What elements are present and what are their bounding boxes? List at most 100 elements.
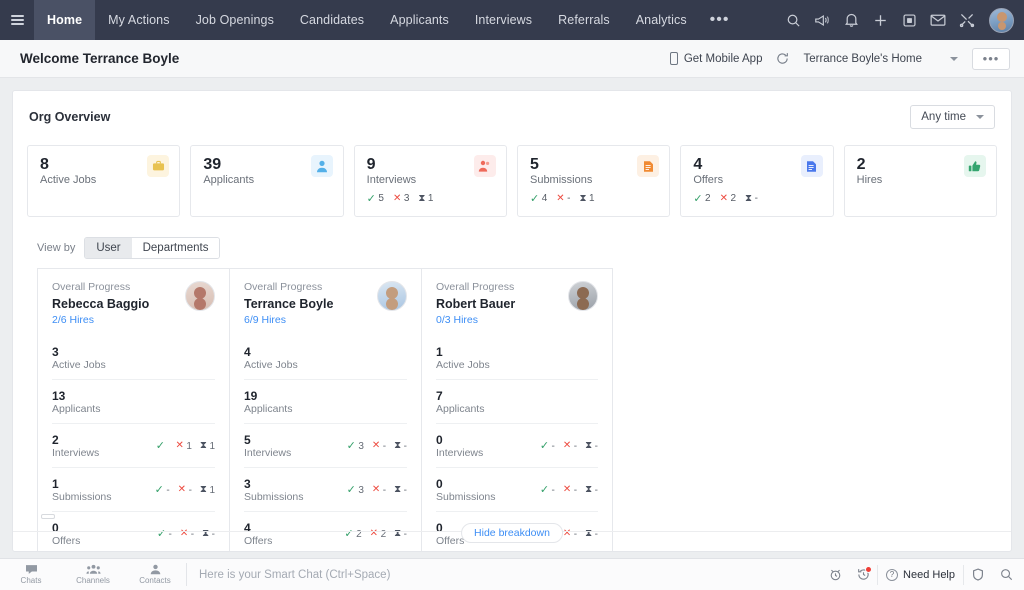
nav-item-analytics[interactable]: Analytics (623, 0, 700, 40)
stat-card-row: 8 Active Jobs 39 Applicants 9 Interviews (13, 137, 1011, 217)
announcement-icon[interactable] (809, 0, 835, 40)
breakdown-passed: ✓ (156, 441, 168, 452)
stat-card-offers[interactable]: 4 Offers ✓ 2 ✕ 2 ⧗ - (680, 145, 834, 217)
need-help-button[interactable]: ? Need Help (877, 564, 964, 585)
search-icon[interactable] (780, 0, 806, 40)
footer-tab-contacts[interactable]: Contacts (124, 559, 186, 590)
user-card-text: Overall Progress Terrance Boyle 6/9 Hire… (244, 281, 377, 326)
document-icon (637, 155, 660, 177)
user-hires-link[interactable]: 0/3 Hires (436, 314, 568, 326)
user-stat-row: 3 Active Jobs (52, 336, 215, 380)
user-avatar[interactable] (989, 7, 1014, 33)
cross-icon: ✕ (175, 440, 184, 451)
user-stat-label: Offers (244, 535, 273, 547)
breakdown-passed: ✓ 2 (693, 192, 711, 205)
breakdown-passed: ✓- (154, 484, 170, 496)
user-stat-text: 4 Active Jobs (244, 345, 407, 371)
breakdown-failed: ✕ - (371, 484, 387, 496)
page-title: Welcome Terrance Boyle (20, 51, 180, 66)
nav-item-home[interactable]: Home (34, 0, 96, 40)
user-stat-text: 7 Applicants (436, 389, 598, 415)
user-hires-link[interactable]: 2/6 Hires (52, 314, 185, 326)
user-stat-text: 19 Applicants (244, 389, 407, 415)
app-root: Home My Actions Job Openings Candidates … (0, 0, 1024, 590)
cross-icon: ✕ (719, 192, 728, 204)
user-stat-breakdown: ✓ ✕ 1 ⧗ 1 (156, 441, 215, 452)
stat-card-hires[interactable]: 2 Hires (843, 145, 997, 217)
overall-progress-label: Overall Progress (244, 281, 323, 293)
user-hires-link[interactable]: 6/9 Hires (244, 314, 377, 326)
user-stat-label: Interviews (436, 447, 484, 459)
chevron-down-icon (976, 115, 984, 119)
stat-card-active-jobs[interactable]: 8 Active Jobs (27, 145, 181, 217)
user-stat-row: 2 Interviews ✓ ✕ 1 ⧗ 1 (52, 424, 215, 468)
smart-chat-field[interactable] (187, 559, 822, 590)
nav-item-candidates[interactable]: Candidates (287, 0, 377, 40)
user-name: Robert Bauer (436, 297, 516, 311)
nav-item-my-actions[interactable]: My Actions (95, 0, 182, 40)
user-stat-value: 19 (244, 389, 258, 403)
hourglass-icon: ⧗ (585, 484, 593, 495)
plus-icon[interactable] (867, 0, 893, 40)
overall-progress-label: Overall Progress (52, 281, 131, 293)
footer-tab-chats[interactable]: Chats (0, 559, 62, 590)
nav-item-interviews[interactable]: Interviews (462, 0, 545, 40)
user-stat-value: 3 (52, 345, 59, 359)
user-stat-value: 0 (52, 521, 59, 535)
history-icon[interactable] (849, 559, 877, 590)
org-overview-title: Org Overview (29, 110, 111, 124)
welcome-more-button[interactable]: ••• (972, 47, 1010, 70)
user-stat-text: 4 Offers (244, 521, 344, 547)
user-stat-label: Interviews (244, 447, 292, 459)
breakdown-failed: ✕ - (177, 484, 192, 496)
view-by-segmented-control: User Departments (84, 237, 221, 259)
user-card-rebecca-baggio[interactable]: Overall Progress Rebecca Baggio 2/6 Hire… (37, 268, 229, 551)
breakdown-failed: ✕ 2 (719, 192, 737, 204)
bell-icon[interactable] (838, 0, 864, 40)
nav-item-job-openings[interactable]: Job Openings (183, 0, 287, 40)
refresh-icon[interactable] (776, 52, 789, 65)
breakdown-pending: ⧗ - (585, 440, 598, 452)
view-by-label: View by (37, 242, 76, 254)
resize-grip[interactable] (41, 514, 55, 519)
panel-header: Org Overview Any time (13, 91, 1011, 137)
user-stat-value: 0 (436, 433, 443, 447)
smart-chat-input[interactable] (199, 568, 822, 581)
nav-item-applicants[interactable]: Applicants (377, 0, 462, 40)
hamburger-menu-icon[interactable] (0, 0, 34, 40)
time-filter-dropdown[interactable]: Any time (910, 105, 995, 129)
alarm-icon[interactable] (821, 559, 849, 590)
user-card-text: Overall Progress Robert Bauer 0/3 Hires (436, 281, 568, 326)
person-icon (310, 155, 333, 177)
user-stat-value: 1 (436, 345, 443, 359)
mail-icon[interactable] (925, 0, 951, 40)
need-help-label: Need Help (903, 568, 955, 581)
home-view-selector[interactable]: Terrance Boyle's Home (803, 53, 958, 65)
stat-breakdown: ✓ 2 ✕ 2 ⧗ - (693, 193, 820, 204)
search-icon[interactable] (992, 559, 1020, 590)
shield-icon[interactable] (964, 559, 992, 590)
view-by-option-departments[interactable]: Departments (131, 238, 220, 258)
notification-badge (865, 565, 873, 573)
view-by-option-user[interactable]: User (85, 238, 132, 258)
user-card-header: Overall Progress Terrance Boyle 6/9 Hire… (244, 281, 407, 326)
user-stat-value: 2 (52, 433, 59, 447)
get-mobile-app-button[interactable]: Get Mobile App (669, 52, 762, 65)
stat-card-applicants[interactable]: 39 Applicants (190, 145, 344, 217)
breakdown-failed: ✕ - (562, 440, 578, 452)
stat-card-submissions[interactable]: 5 Submissions ✓ 4 ✕ - ⧗ 1 (516, 145, 671, 217)
footer-tab-channels[interactable]: Channels (62, 559, 124, 590)
user-card-robert-bauer[interactable]: Overall Progress Robert Bauer 0/3 Hires … (421, 268, 613, 551)
nav-item-referrals[interactable]: Referrals (545, 0, 623, 40)
user-card-terrance-boyle[interactable]: Overall Progress Terrance Boyle 6/9 Hire… (229, 268, 421, 551)
user-stat-row: 13 Applicants (52, 380, 215, 424)
user-stat-row: 3 Submissions ✓ 3 ✕ - ⧗ - (244, 468, 407, 512)
notes-icon[interactable] (896, 0, 922, 40)
nav-overflow-button[interactable]: ••• (700, 0, 740, 40)
stat-card-interviews[interactable]: 9 Interviews ✓ 5 ✕ 3 ⧗ 1 (353, 145, 507, 217)
breakdown-pending: ⧗ - (394, 440, 407, 452)
tools-icon[interactable] (954, 0, 980, 40)
user-stat-row: 5 Interviews ✓ 3 ✕ - ⧗ - (244, 424, 407, 468)
user-stat-label: Applicants (52, 403, 101, 415)
hide-breakdown-button[interactable]: Hide breakdown (461, 523, 563, 543)
